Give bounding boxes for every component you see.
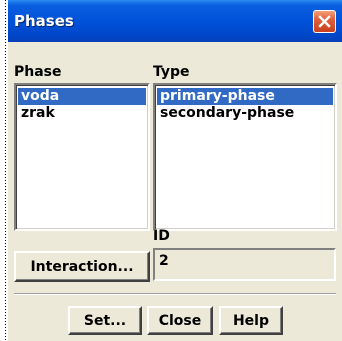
close-button[interactable]: Close [147, 306, 213, 335]
button-row-divider [14, 293, 336, 295]
help-button[interactable]: Help [219, 306, 283, 335]
id-label: ID [153, 228, 170, 244]
type-list-item-secondary-phase[interactable]: secondary-phase [157, 105, 333, 122]
close-icon [318, 15, 331, 28]
type-listbox[interactable]: primary-phase secondary-phase [153, 83, 337, 231]
phase-list-item-zrak[interactable]: zrak [18, 105, 146, 122]
interaction-button[interactable]: Interaction... [14, 251, 150, 282]
type-list-label: Type [153, 64, 190, 80]
window-title: Phases [14, 12, 74, 30]
type-list-item-primary-phase[interactable]: primary-phase [157, 88, 333, 105]
id-field: 2 [153, 248, 336, 281]
phase-list-item-voda[interactable]: voda [18, 88, 146, 105]
set-button[interactable]: Set... [68, 306, 142, 335]
phase-list-label: Phase [14, 64, 62, 80]
close-window-button[interactable] [313, 10, 336, 33]
phases-dialog: Phases Phase voda zrak Type primary-phas… [8, 0, 342, 341]
title-bar[interactable]: Phases [8, 0, 342, 42]
phase-listbox[interactable]: voda zrak [14, 83, 150, 231]
